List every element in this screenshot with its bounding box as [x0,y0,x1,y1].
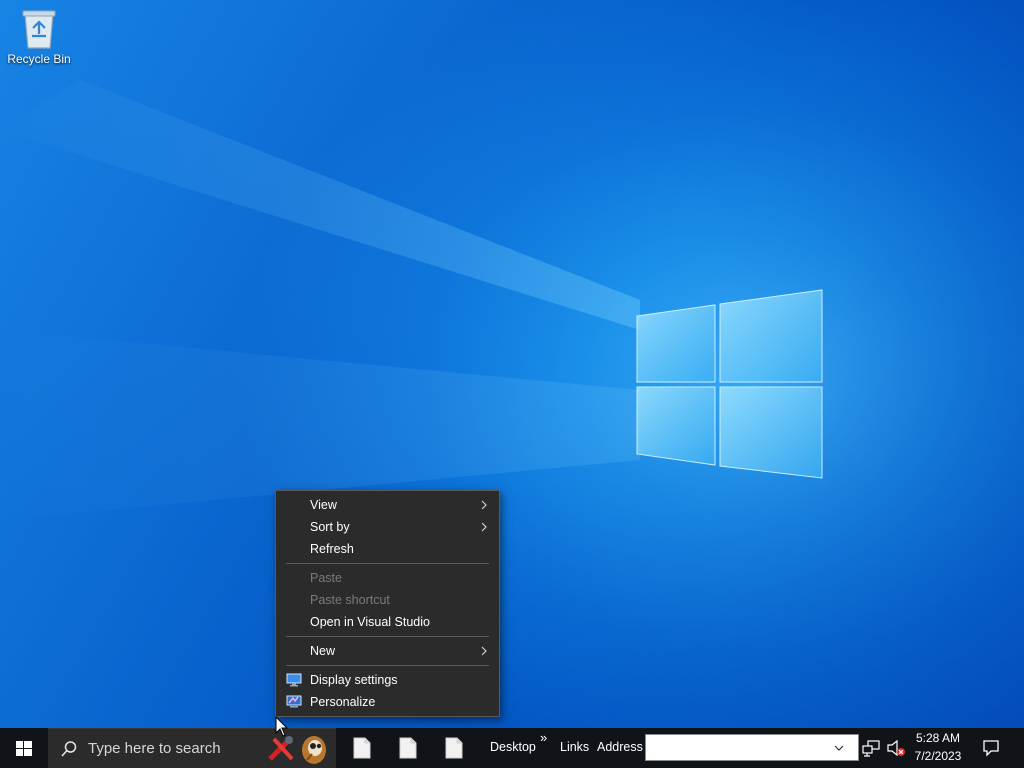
start-button[interactable] [0,728,48,768]
taskbar-window-button-1[interactable] [342,728,382,768]
document-icon [399,737,417,759]
menu-separator [286,665,489,666]
desktop-icon-recycle-bin[interactable]: Recycle Bin [4,6,74,66]
document-icon [353,737,371,759]
chevron-right-icon [481,522,487,532]
search-icon [61,741,77,757]
desktop-background[interactable]: Recycle Bin View Sort by Refresh Paste P… [0,0,1024,728]
taskbar: Type here to search Desktop » Links Addr… [0,728,1024,768]
address-toolbar-label: Address [597,740,643,754]
search-placeholder: Type here to search [88,740,221,757]
menu-item-open-in-visual-studio[interactable]: Open in Visual Studio [276,611,499,633]
windows-start-icon [16,741,32,756]
personalize-icon [286,695,302,708]
menu-item-view[interactable]: View [276,494,499,516]
wallpaper-windows-logo [0,80,823,520]
address-input[interactable] [645,734,859,761]
menu-item-label: Sort by [310,520,350,534]
menu-item-refresh[interactable]: Refresh [276,538,499,560]
display-icon [286,673,302,687]
recycle-bin-label: Recycle Bin [7,52,71,66]
menu-item-display-settings[interactable]: Display settings [276,669,499,691]
taskbar-window-button-2[interactable] [388,728,428,768]
network-icon[interactable] [862,739,880,757]
menu-item-personalize[interactable]: Personalize [276,691,499,713]
menu-item-label: Display settings [310,673,398,687]
chevron-right-icon [481,500,487,510]
menu-item-label: Open in Visual Studio [310,615,430,629]
clock-time[interactable]: 5:28 AM [907,731,969,745]
toolbar-overflow-chevron[interactable]: » [540,730,547,745]
menu-item-label: Paste shortcut [310,593,390,607]
menu-item-paste: Paste [276,567,499,589]
recycle-bin-icon [19,6,59,50]
menu-item-label: Paste [310,571,342,585]
action-center-icon[interactable] [982,739,1000,757]
mouse-cursor-icon [275,716,289,737]
menu-separator [286,636,489,637]
volume-muted-icon[interactable] [886,739,906,757]
menu-item-label: View [310,498,337,512]
chevron-down-icon[interactable] [834,744,844,752]
menu-item-paste-shortcut: Paste shortcut [276,589,499,611]
menu-item-label: Refresh [310,542,354,556]
links-toolbar-label[interactable]: Links [560,740,589,754]
taskbar-window-button-3[interactable] [434,728,474,768]
menu-item-label: New [310,644,336,658]
document-icon [445,737,463,759]
taskbar-search-box[interactable]: Type here to search [48,728,336,768]
desktop-toolbar-label[interactable]: Desktop [490,740,536,754]
menu-item-label: Personalize [310,695,376,709]
clock-date[interactable]: 7/2/2023 [907,749,969,763]
menu-item-new[interactable]: New [276,640,499,662]
fox-app-icon[interactable] [298,732,330,766]
menu-separator [286,563,489,564]
desktop-context-menu: View Sort by Refresh Paste Paste shortcu… [275,490,500,717]
chevron-right-icon [481,646,487,656]
menu-item-sort-by[interactable]: Sort by [276,516,499,538]
